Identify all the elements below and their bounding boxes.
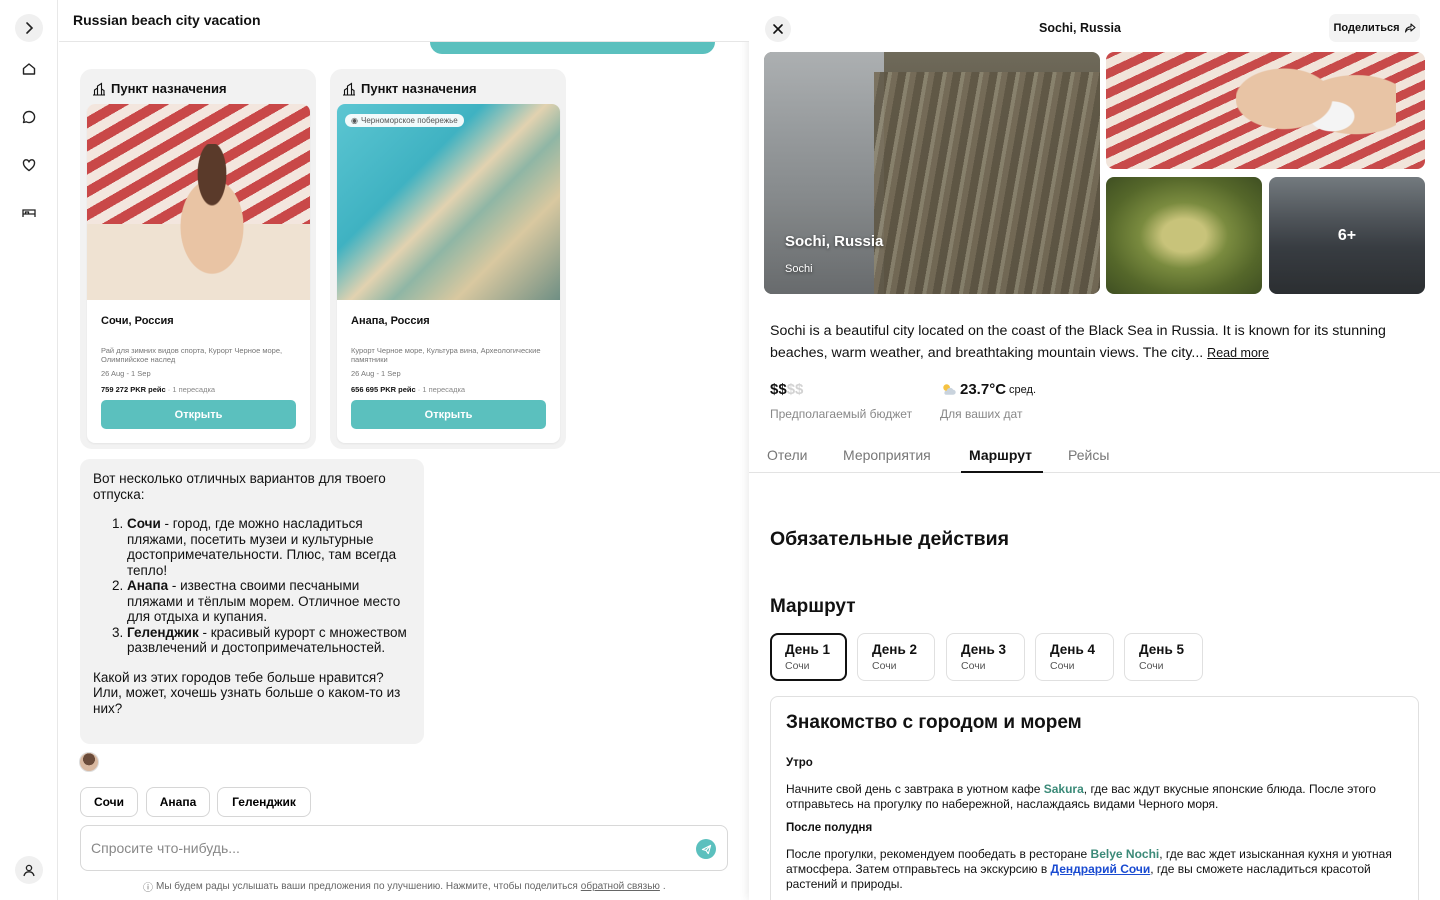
chevron-right-icon[interactable]	[15, 14, 43, 42]
day-tab-1[interactable]: День 1 Сочи	[770, 633, 847, 681]
share-button[interactable]: Поделиться	[1329, 14, 1420, 42]
destination-photo: ◉ Черноморское побережье	[337, 104, 560, 300]
destination-header-label: Пункт назначения	[111, 81, 227, 96]
active-tab-indicator	[961, 471, 1043, 473]
weather-value: 23.7°C сред.	[940, 381, 1036, 398]
destination-header: Пункт назначения	[342, 81, 477, 96]
message-outro: Какой из этих городов тебе больше нравит…	[93, 669, 401, 716]
destination-photo	[87, 104, 310, 300]
tab-flights[interactable]: Рейсы	[1068, 447, 1109, 463]
list-item: Анапа - известна своими песчаными пляжам…	[127, 578, 411, 625]
suggestion-chip[interactable]: Сочи	[80, 787, 138, 817]
chat-input[interactable]	[91, 838, 681, 858]
suggestion-chip[interactable]: Геленджик	[217, 787, 311, 817]
send-button[interactable]	[696, 839, 716, 859]
afternoon-text: После прогулки, рекомендуем пообедать в …	[786, 847, 1392, 891]
gallery-label: Sochi, Russia	[785, 233, 884, 250]
heart-icon[interactable]	[15, 151, 43, 179]
budget-value: $$$$	[770, 381, 804, 398]
city-icon	[343, 82, 355, 96]
morning-text: Начните свой день с завтрака в уютном ка…	[786, 782, 1376, 811]
destination-price: 759 272 PKR рейс · 1 пересадка	[101, 385, 216, 394]
destination-card-body: Сочи, Россия Рай для зимних видов спорта…	[87, 104, 310, 443]
weather-label: Для ваших дат	[940, 407, 1023, 421]
destination-detail-panel: Sochi, Russia Поделиться Sochi, Russia S…	[749, 0, 1440, 900]
gallery-main-photo[interactable]: Sochi, Russia Sochi	[764, 52, 1100, 294]
day-tab-2[interactable]: День 2 Сочи	[857, 633, 935, 681]
morning-heading: Утро	[786, 757, 813, 769]
bed-icon[interactable]	[15, 199, 43, 227]
day-plan-card: Знакомство с городом и морем Утро Начнит…	[770, 696, 1419, 900]
day-plan-title: Знакомство с городом и морем	[786, 712, 1082, 733]
destination-price: 656 695 PKR рейс · 1 пересадка	[351, 385, 466, 394]
assistant-message: Вот несколько отличных вариантов для тво…	[80, 459, 424, 744]
destination-dates: 26 Aug - 1 Sep	[351, 369, 401, 378]
destination-description: Sochi is a beautiful city located on the…	[770, 323, 1386, 361]
gallery-photo[interactable]	[1106, 52, 1425, 169]
panel-title: Sochi, Russia	[1039, 21, 1121, 35]
destination-card-body: ◉ Черноморское побережье Анапа, Россия К…	[337, 104, 560, 443]
feedback-link[interactable]: обратной связью	[581, 881, 660, 892]
home-icon[interactable]	[15, 55, 43, 83]
feedback-note: ⓘ Мы будем рады услышать ваши предложени…	[143, 881, 666, 894]
chat-icon[interactable]	[15, 103, 43, 131]
more-photos-count: 6+	[1269, 177, 1425, 294]
open-button[interactable]: Открыть	[351, 400, 546, 429]
budget-label: Предполагаемый бюджет	[770, 407, 913, 421]
tab-hotels[interactable]: Отели	[767, 447, 807, 463]
chat-panel: Russian beach city vacation Пункт назнач…	[59, 0, 749, 900]
chat-input-box	[80, 825, 728, 871]
place-belye-nochi[interactable]: Belye Nochi	[1091, 847, 1160, 861]
list-item: Геленджик - красивый курорт с множеством…	[127, 625, 411, 656]
destination-description: Курорт Черное море, Культура вина, Архео…	[351, 346, 541, 364]
destination-header-label: Пункт назначения	[361, 81, 477, 96]
place-sakura[interactable]: Sakura	[1044, 782, 1084, 796]
route-heading: Маршрут	[770, 596, 856, 617]
assistant-avatar	[79, 752, 99, 772]
chat-title: Russian beach city vacation	[73, 12, 261, 28]
detail-tabs: Отели Мероприятия Маршрут Рейсы	[749, 437, 1440, 473]
destination-description: Рай для зимних видов спорта, Курорт Черн…	[101, 346, 283, 364]
day-tab-4[interactable]: День 4 Сочи	[1035, 633, 1114, 681]
destination-card: Пункт назначения Сочи, Россия Рай для зи…	[80, 69, 316, 449]
message-list: Сочи - город, где можно насладиться пляж…	[93, 516, 411, 656]
tab-activities[interactable]: Мероприятия	[843, 447, 931, 463]
message-intro: Вот несколько отличных вариантов для тво…	[93, 471, 386, 502]
location-chip: ◉ Черноморское побережье	[345, 114, 464, 127]
afternoon-heading: После полудня	[786, 822, 873, 834]
day-tab-3[interactable]: День 3 Сочи	[946, 633, 1025, 681]
app-root: Russian beach city vacation Пункт назнач…	[0, 0, 1440, 900]
gallery-sublabel: Sochi	[785, 263, 813, 275]
tab-route[interactable]: Маршрут	[969, 447, 1032, 463]
destination-card: Пункт назначения ◉ Черноморское побережь…	[330, 69, 566, 449]
read-more-link[interactable]: Read more	[1207, 346, 1269, 360]
previous-message-bubble	[430, 40, 715, 54]
gallery-more-photo[interactable]: 6+	[1269, 177, 1425, 294]
gallery-photo[interactable]	[1106, 177, 1262, 294]
must-do-heading: Обязательные действия	[770, 528, 1010, 550]
destination-name: Сочи, Россия	[101, 315, 174, 327]
list-item: Сочи - город, где можно насладиться пляж…	[127, 516, 411, 578]
pin-icon: ◉	[351, 116, 358, 125]
info-icon: ⓘ	[143, 883, 153, 894]
left-rail	[0, 0, 58, 900]
chat-header: Russian beach city vacation	[59, 0, 749, 42]
arboretum-link[interactable]: Дендрарий Сочи	[1051, 862, 1151, 876]
destination-name: Анапа, Россия	[351, 315, 430, 327]
suggestion-chip[interactable]: Анапа	[146, 787, 210, 817]
city-icon	[93, 82, 105, 96]
send-icon	[701, 844, 711, 854]
user-icon[interactable]	[15, 856, 43, 884]
open-button[interactable]: Открыть	[101, 400, 296, 429]
share-icon	[1404, 23, 1416, 33]
day-tab-5[interactable]: День 5 Сочи	[1124, 633, 1203, 681]
destination-header: Пункт назначения	[92, 81, 227, 96]
weather-icon	[943, 384, 956, 395]
destination-dates: 26 Aug - 1 Sep	[101, 369, 151, 378]
